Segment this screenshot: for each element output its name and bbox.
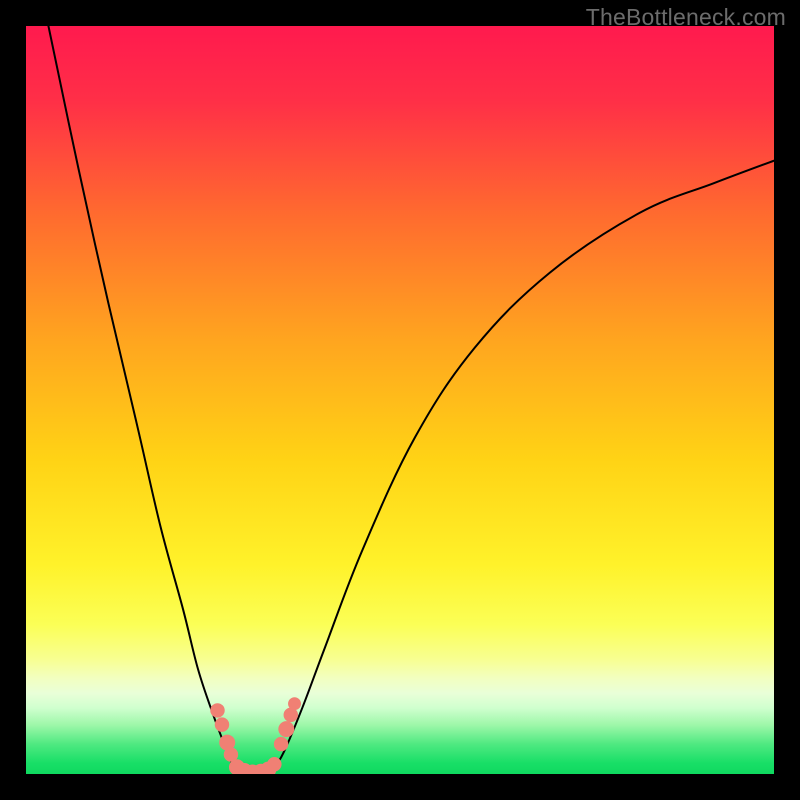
gradient-background bbox=[26, 26, 774, 774]
bead-left-0 bbox=[211, 704, 224, 717]
bead-right-1 bbox=[279, 722, 294, 737]
bead-bottom-5 bbox=[268, 758, 281, 771]
bead-right-2 bbox=[284, 708, 297, 721]
watermark-text: TheBottleneck.com bbox=[586, 4, 786, 31]
plot-area bbox=[26, 26, 774, 774]
chart-svg bbox=[26, 26, 774, 774]
bead-left-3 bbox=[224, 748, 237, 761]
bead-left-1 bbox=[215, 718, 228, 731]
bead-right-0 bbox=[274, 737, 287, 750]
bead-right-3 bbox=[289, 698, 301, 710]
outer-frame: TheBottleneck.com bbox=[0, 0, 800, 800]
